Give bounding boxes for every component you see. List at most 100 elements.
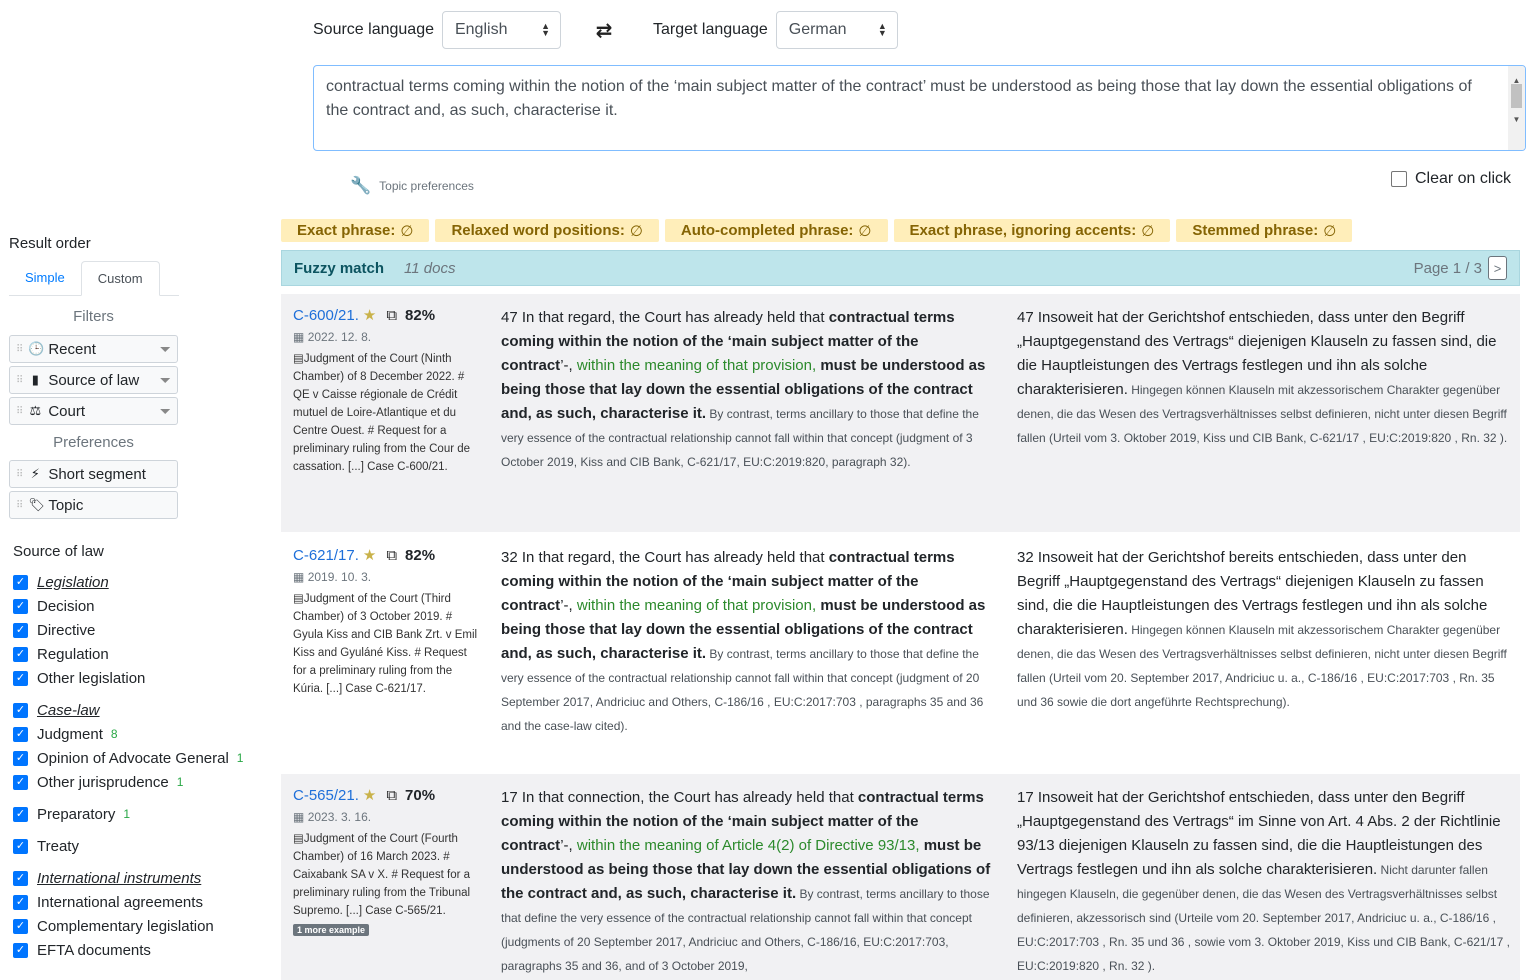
funnel-icon[interactable]: ⏷ [160, 403, 171, 420]
checkbox-checked-icon[interactable]: ✓ [13, 806, 28, 822]
clear-on-click-label: Clear on click [1414, 170, 1511, 187]
badge-value: ∅ [858, 222, 872, 240]
page-indicator: Page 1 / 3 [1413, 259, 1482, 277]
next-page-button[interactable]: > [1488, 256, 1507, 280]
target-segment: 17 Insoweit hat der Gerichtshof entschie… [1017, 786, 1512, 978]
scroll-thumb[interactable] [1511, 84, 1522, 108]
src-inserted: within the meaning of Article 4(2) of Di… [572, 837, 924, 854]
filter-court[interactable]: ⠿ ⚖ Court ⏷ [9, 397, 178, 425]
filter-label: Recent [48, 340, 96, 358]
filters-title: Filters [73, 308, 114, 325]
sol-treaty[interactable]: ✓ Treaty [13, 836, 79, 856]
preferences-title: Preferences [53, 434, 134, 451]
star-icon[interactable]: ★ [363, 546, 376, 564]
source-segment: 47 In that regard, the Court has already… [501, 306, 991, 474]
checkbox-checked-icon[interactable]: ✓ [13, 574, 28, 590]
star-icon[interactable]: ★ [363, 786, 376, 804]
query-text: contractual terms coming within the noti… [326, 78, 1472, 119]
filter-source-of-law[interactable]: ⠿ ▮ Source of law ⏷ [9, 366, 178, 394]
funnel-icon[interactable]: ⏷ [160, 372, 171, 389]
result-date: 2023. 3. 16. [307, 810, 372, 824]
drag-handle-icon[interactable]: ⠿ [16, 500, 23, 511]
source-language-select[interactable]: English ▲ ▼ [441, 11, 561, 49]
clear-on-click-checkbox[interactable] [1390, 171, 1407, 187]
badge-label: Auto-completed phrase: [680, 222, 854, 239]
drag-handle-icon[interactable]: ⠿ [16, 375, 23, 386]
tab-custom[interactable]: Custom [80, 261, 160, 296]
preference-short-segment[interactable]: ⠿ ⚡ Short segment [9, 460, 178, 488]
sol-opinion-ag[interactable]: ✓ Opinion of Advocate General 1 [13, 748, 243, 768]
fuzzy-match-title: Fuzzy match [294, 259, 385, 277]
badge-relaxed-word-positions: Relaxed word positions: ∅ [435, 219, 659, 242]
badge-label: Exact phrase: [297, 222, 396, 239]
filter-recent[interactable]: ⠿ 🕒 Recent ⏷ [9, 335, 178, 363]
document-icon: ▤ [293, 353, 304, 365]
case-link[interactable]: C-600/21. [293, 307, 359, 324]
checkbox-checked-icon[interactable]: ✓ [13, 670, 28, 686]
case-link[interactable]: C-565/21. [293, 787, 359, 804]
sol-preparatory[interactable]: ✓ Preparatory 1 [13, 804, 130, 824]
sol-international-agreements[interactable]: ✓ International agreements [13, 892, 203, 912]
sol-international-instruments[interactable]: ✓ International instruments [13, 868, 201, 888]
drag-handle-icon[interactable]: ⠿ [16, 344, 23, 355]
sol-case-law[interactable]: ✓ Case-law [13, 700, 100, 720]
sol-regulation[interactable]: ✓ Regulation [13, 644, 109, 664]
sol-other-legislation[interactable]: ✓ Other legislation [13, 668, 145, 688]
fuzzy-match-header: Fuzzy match 11 docs Page 1 / 3 > [281, 250, 1520, 286]
checkbox-checked-icon[interactable]: ✓ [13, 598, 28, 614]
checkbox-checked-icon[interactable]: ✓ [13, 774, 28, 790]
sol-label: Other jurisprudence [37, 773, 169, 791]
sol-count: 1 [236, 751, 244, 765]
case-link[interactable]: C-621/17. [293, 547, 359, 564]
badge-exact-phrase-ignoring-accents: Exact phrase, ignoring accents: ∅ [893, 219, 1171, 242]
calendar-icon: ▦ [293, 570, 305, 584]
copy-icon[interactable]: ⧉ [386, 547, 397, 564]
src-text: 17 In that connection, the Court has alr… [501, 789, 858, 806]
src-inserted: within the meaning of that provision, [572, 597, 821, 614]
sol-judgment[interactable]: ✓ Judgment 8 [13, 724, 118, 744]
target-language-select[interactable]: German ▲ ▼ [775, 11, 898, 49]
drag-handle-icon[interactable]: ⠿ [16, 406, 23, 417]
copy-icon[interactable]: ⧉ [386, 307, 397, 324]
sol-legislation[interactable]: ✓ Legislation [13, 572, 109, 592]
checkbox-checked-icon[interactable]: ✓ [13, 870, 28, 886]
preference-topic[interactable]: ⠿ 🏷 Topic [9, 491, 178, 519]
document-icon: ▤ [293, 833, 304, 845]
preference-label: Short segment [48, 465, 146, 483]
source-segment: 17 In that connection, the Court has alr… [501, 786, 991, 978]
drag-handle-icon[interactable]: ⠿ [16, 469, 23, 480]
query-textarea[interactable]: contractual terms coming within the noti… [313, 65, 1526, 151]
clear-on-click-option[interactable]: Clear on click [1390, 170, 1511, 188]
src-text: 47 In that regard, the Court has already… [501, 309, 829, 326]
more-examples-badge[interactable]: 1 more example [293, 924, 370, 936]
query-scrollbar[interactable]: ▲ ▼ [1508, 66, 1525, 150]
star-icon[interactable]: ★ [363, 306, 376, 324]
sol-other-jurisprudence[interactable]: ✓ Other jurisprudence 1 [13, 772, 183, 792]
target-segment: 47 Insoweit hat der Gerichtshof entschie… [1017, 306, 1512, 450]
doc-count: 11 docs [404, 259, 456, 277]
sol-decision[interactable]: ✓ Decision [13, 596, 95, 616]
sol-complementary-legislation[interactable]: ✓ Complementary legislation [13, 916, 214, 936]
copy-icon[interactable]: ⧉ [386, 787, 397, 804]
checkbox-checked-icon[interactable]: ✓ [13, 750, 28, 766]
scroll-down-icon[interactable]: ▼ [1508, 108, 1525, 132]
tab-simple[interactable]: Simple [9, 261, 81, 295]
checkbox-checked-icon[interactable]: ✓ [13, 646, 28, 662]
checkbox-checked-icon[interactable]: ✓ [13, 918, 28, 934]
sol-efta-documents[interactable]: ✓ EFTA documents [13, 940, 151, 960]
badge-value: ∅ [400, 222, 414, 240]
result-description: Judgment of the Court (Ninth Chamber) of… [293, 353, 471, 473]
checkbox-checked-icon[interactable]: ✓ [13, 894, 28, 910]
checkbox-checked-icon[interactable]: ✓ [13, 726, 28, 742]
calendar-icon: ▦ [293, 330, 305, 344]
checkbox-checked-icon[interactable]: ✓ [13, 942, 28, 958]
topic-preferences-link[interactable]: 🔧 Topic preferences [350, 176, 474, 196]
swap-languages-icon[interactable]: ⇄ [579, 18, 629, 43]
badge-value: ∅ [1323, 222, 1337, 240]
sol-directive[interactable]: ✓ Directive [13, 620, 95, 640]
match-percent: 70% [405, 786, 436, 804]
checkbox-checked-icon[interactable]: ✓ [13, 622, 28, 638]
checkbox-checked-icon[interactable]: ✓ [13, 702, 28, 718]
funnel-icon[interactable]: ⏷ [160, 341, 171, 358]
checkbox-checked-icon[interactable]: ✓ [13, 838, 28, 854]
